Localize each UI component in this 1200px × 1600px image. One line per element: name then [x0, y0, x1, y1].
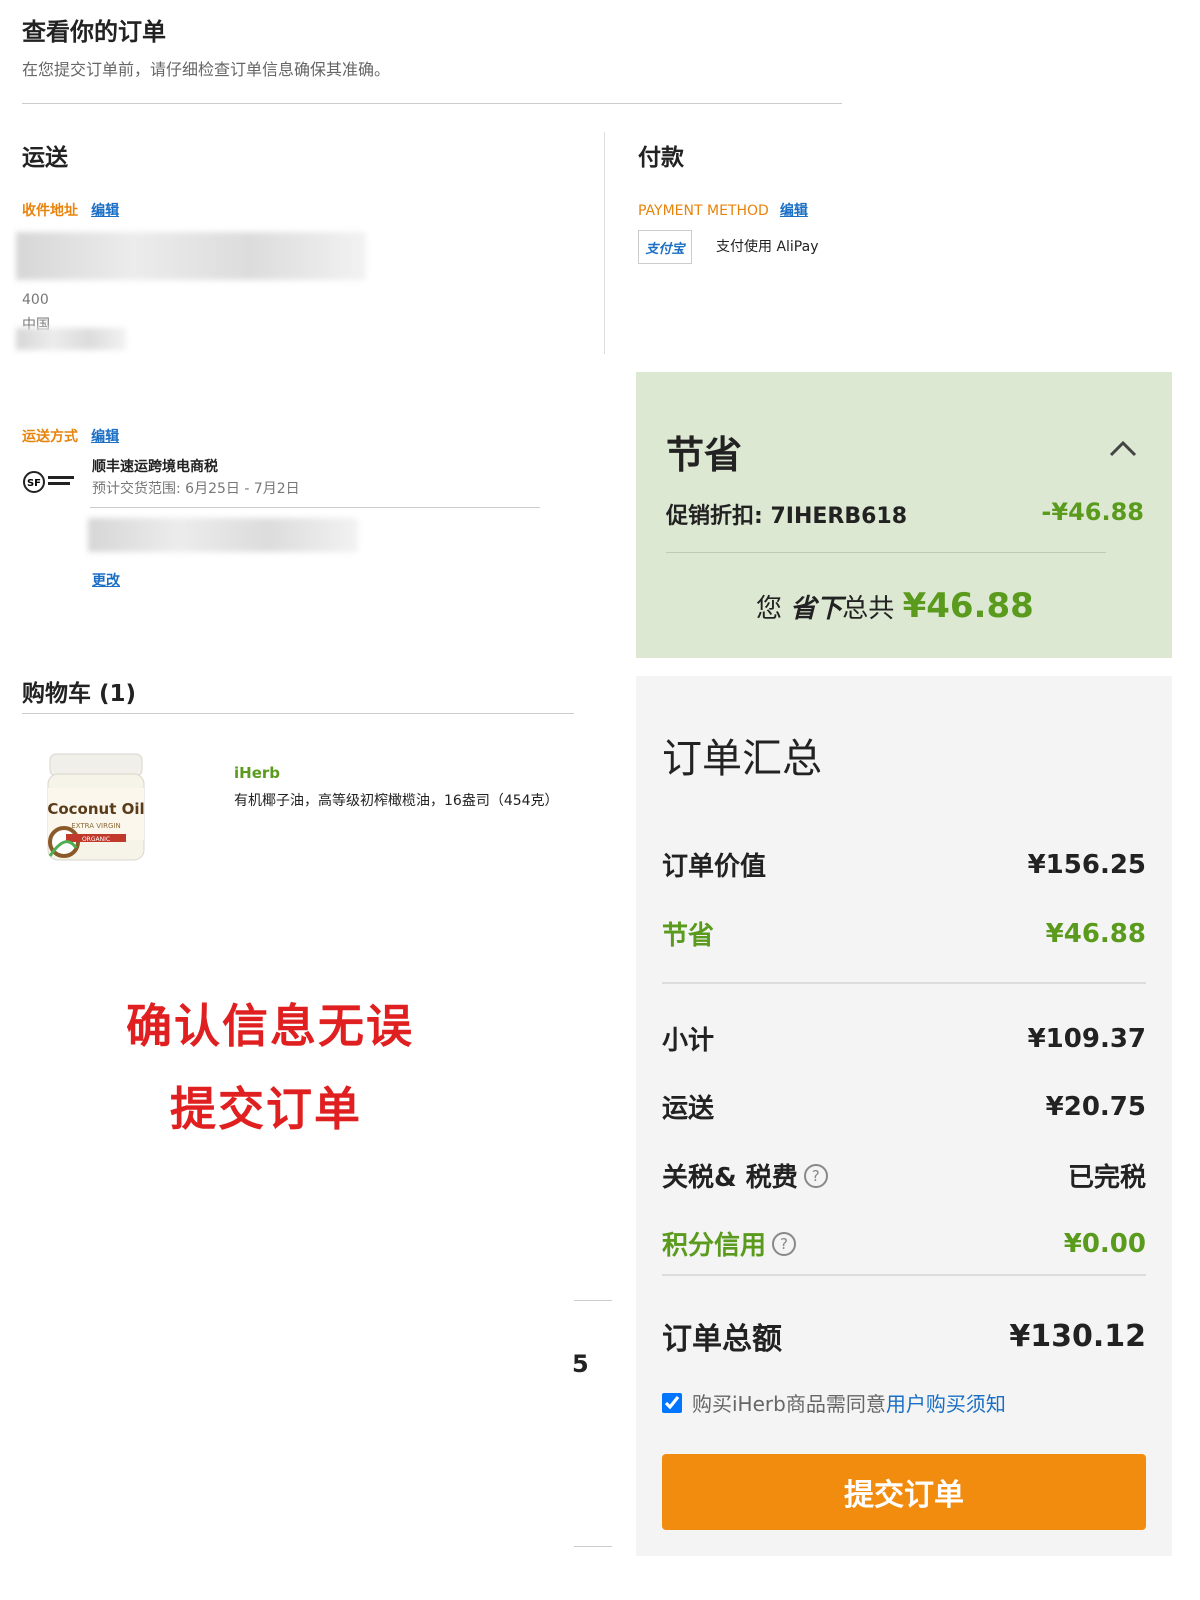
agree-checkbox[interactable]: [662, 1392, 682, 1413]
address-header: 收件地址 编辑: [22, 200, 119, 220]
address-postcode: 400: [22, 292, 49, 308]
payment-method-label: PAYMENT METHOD: [638, 203, 769, 219]
address-redacted-block: [16, 232, 366, 280]
method-divider: [90, 507, 540, 508]
savings-total-mid: 省下: [790, 594, 843, 624]
tax-row: 关税& 税费 ? 已完税: [662, 1157, 1146, 1194]
edit-address-link[interactable]: 编辑: [91, 203, 119, 219]
summary-divider-1: [662, 982, 1146, 984]
credit-help-icon[interactable]: ?: [772, 1231, 797, 1256]
partial-divider-top: [574, 1300, 612, 1301]
method-header: 运送方式 编辑: [22, 426, 119, 446]
alipay-logo-icon: 支付宝: [638, 230, 692, 264]
summary-divider-2: [662, 1274, 1146, 1276]
shipping-cost-label: 运送: [662, 1094, 715, 1124]
promo-label: 促销折扣: 7IHERB618: [666, 504, 908, 529]
edit-method-link[interactable]: 编辑: [91, 429, 119, 445]
agree-text: 购买iHerb商品需同意: [692, 1392, 886, 1416]
svg-text:SF: SF: [27, 478, 41, 489]
credit-label: 积分信用: [662, 1231, 767, 1261]
cart-title: 购物车 (1): [22, 681, 137, 707]
shipping-method-label: 运送方式: [22, 429, 78, 445]
subtotal-amount: ¥109.37: [1027, 1023, 1146, 1054]
tax-value: 已完税: [1067, 1163, 1146, 1193]
order-total-row: 订单总额 ¥130.12: [662, 1314, 1146, 1358]
summary-savings-label: 节省: [662, 921, 715, 951]
savings-total-suffix: 总共: [842, 594, 895, 624]
edit-payment-link[interactable]: 编辑: [780, 203, 808, 219]
product-image-tag: ORGANIC: [82, 836, 110, 843]
shipping-section-title: 运送: [22, 145, 68, 171]
shipping-cost-row: 运送 ¥20.75: [662, 1088, 1146, 1125]
order-total-label: 订单总额: [662, 1322, 782, 1357]
order-value-amount: ¥156.25: [1027, 849, 1146, 880]
partial-divider-bottom: [574, 1546, 612, 1547]
payer-redacted-block: [88, 518, 358, 552]
chevron-up-icon[interactable]: [1108, 436, 1138, 460]
payment-method-header: PAYMENT METHOD 编辑: [638, 200, 808, 220]
partial-digit: 5: [572, 1350, 589, 1378]
summary-savings-row: 节省 ¥46.88: [662, 915, 1146, 952]
payment-method-text: 支付使用 AliPay: [716, 239, 819, 255]
column-divider: [604, 132, 605, 354]
product-image-label: Coconut Oil: [47, 800, 144, 818]
order-value-label: 订单价值: [662, 852, 767, 882]
submit-order-button[interactable]: 提交订单: [662, 1454, 1146, 1530]
shipping-method-range: 预计交货范围: 6月25日 - 7月2日: [92, 481, 300, 497]
credit-amount: ¥0.00: [1063, 1228, 1146, 1259]
order-total-amount: ¥130.12: [1009, 1318, 1146, 1354]
annotation-line-1: 确认信息无误: [126, 999, 414, 1053]
savings-total-prefix: 您: [756, 594, 783, 624]
product-name[interactable]: 有机椰子油，高等级初榨橄榄油，16盎司（454克）: [234, 790, 568, 812]
order-value-row: 订单价值 ¥156.25: [662, 846, 1146, 883]
savings-divider: [666, 552, 1106, 553]
payment-section-title: 付款: [638, 145, 684, 171]
purchase-terms-link[interactable]: 用户购买须知: [886, 1388, 1006, 1417]
promo-value: -¥46.88: [1041, 498, 1144, 526]
header-divider: [22, 103, 842, 104]
savings-title: 节省: [666, 433, 743, 477]
annotation-line-2: 提交订单: [170, 1082, 362, 1136]
cart-divider: [22, 713, 574, 714]
product-image-sub: EXTRA VIRGIN: [71, 822, 120, 830]
subtotal-label: 小计: [662, 1026, 715, 1056]
savings-total-line: 您 省下总共 ¥46.88: [756, 586, 1034, 626]
summary-title: 订单汇总: [662, 736, 822, 782]
page-subtitle: 在您提交订单前，请仔细检查订单信息确保其准确。: [22, 60, 391, 79]
product-brand: iHerb: [234, 764, 281, 782]
page-title: 查看你的订单: [22, 18, 166, 46]
tax-label: 关税& 税费: [662, 1163, 798, 1193]
agree-row: 购买iHerb商品需同意 用户购买须知: [662, 1388, 1006, 1417]
subtotal-row: 小计 ¥109.37: [662, 1020, 1146, 1057]
savings-total-value: ¥46.88: [902, 586, 1034, 626]
credit-row: 积分信用 ? ¥0.00: [662, 1225, 1146, 1262]
address-label: 收件地址: [22, 203, 78, 219]
tax-help-icon[interactable]: ?: [803, 1163, 828, 1188]
summary-savings-amount: ¥46.88: [1045, 918, 1146, 949]
shipping-cost-amount: ¥20.75: [1045, 1091, 1146, 1122]
sf-express-logo-icon: SF: [22, 470, 78, 494]
shipping-method-name: 顺丰速运跨境电商税: [92, 459, 218, 475]
change-link[interactable]: 更改: [92, 570, 120, 590]
phone-redacted-block: [16, 328, 126, 350]
coconut-oil-product-image[interactable]: Coconut Oil EXTRA VIRGIN ORGANIC: [46, 752, 146, 864]
